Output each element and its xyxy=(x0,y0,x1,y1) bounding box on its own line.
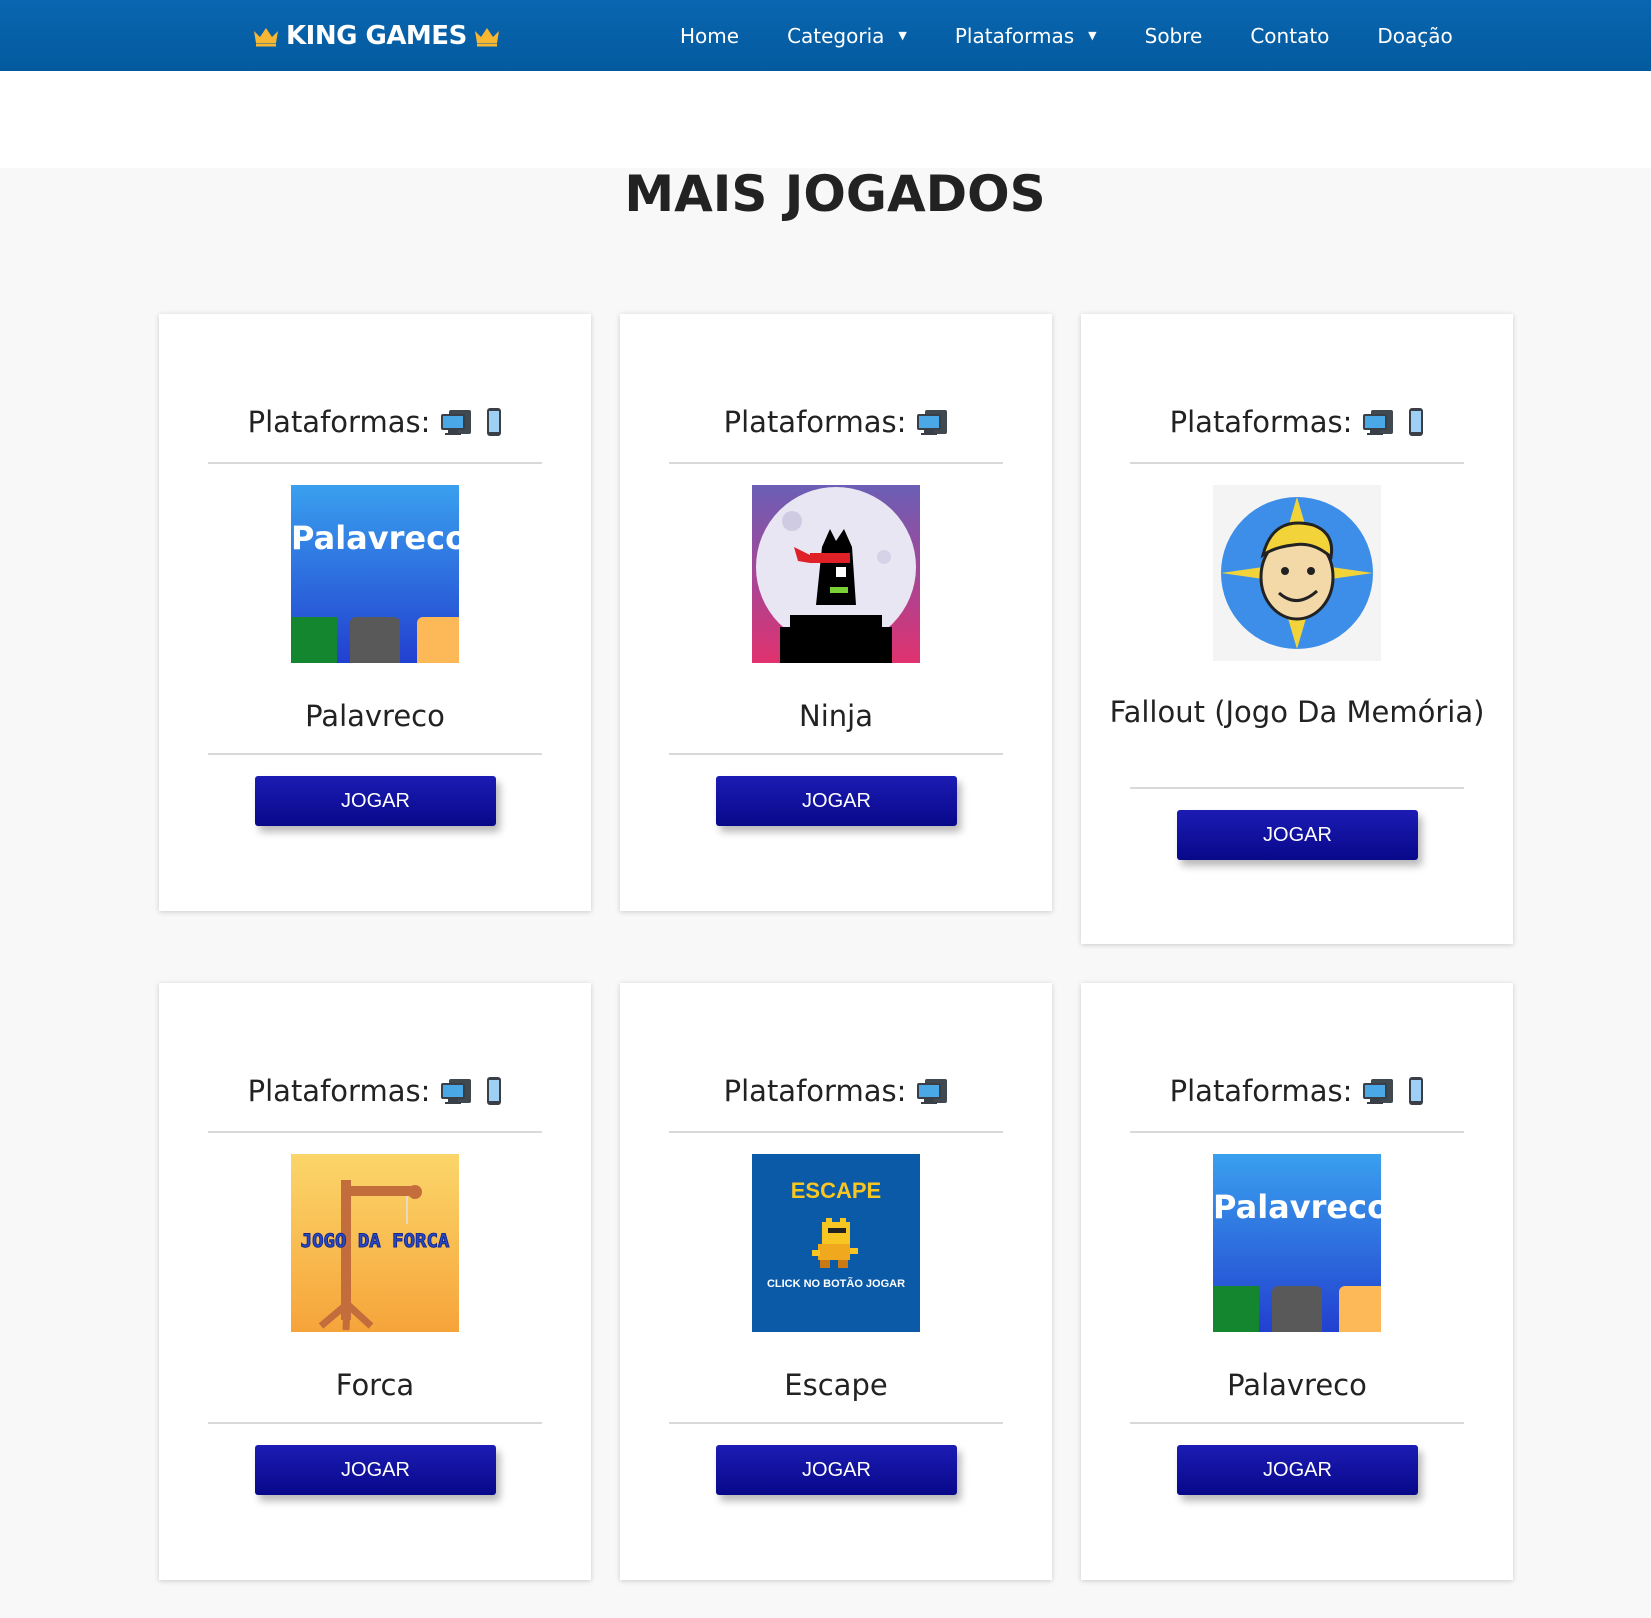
brand-name: KING GAMES xyxy=(286,20,467,51)
play-button[interactable]: JOGAR xyxy=(1177,810,1418,860)
platforms-row: Plataformas: xyxy=(159,1071,591,1111)
vault-boy-artwork xyxy=(1221,497,1373,649)
caret-down-icon: ▼ xyxy=(898,29,907,42)
game-thumbnail[interactable] xyxy=(752,485,920,663)
play-button[interactable]: JOGAR xyxy=(716,776,957,826)
crown-icon xyxy=(254,27,278,46)
game-title: Fallout (Jogo Da Memória) xyxy=(1109,695,1485,729)
game-thumbnail[interactable]: JOGO DA FORCA xyxy=(291,1154,459,1332)
play-button[interactable]: JOGAR xyxy=(255,776,496,826)
game-card: Plataformas: JOGO DA FORCA Forca JOGAR xyxy=(159,983,591,1580)
thumbnail-title: Palavreco xyxy=(291,519,459,557)
caret-down-icon: ▼ xyxy=(1088,29,1097,42)
nav-plataformas[interactable]: Plataformas ▼ xyxy=(955,24,1097,48)
nav-home-label: Home xyxy=(680,23,740,48)
section-title: MAIS JOGADOS xyxy=(624,165,1046,223)
platforms-label: Plataformas: xyxy=(1169,1074,1353,1108)
crown-icon xyxy=(474,27,499,46)
desktop-icon xyxy=(441,410,472,435)
desktop-icon xyxy=(1363,410,1394,435)
desktop-icon xyxy=(441,1079,472,1104)
nav-contato[interactable]: Contato xyxy=(1250,24,1329,48)
desktop-icon xyxy=(917,1079,948,1104)
game-title: Escape xyxy=(784,1368,888,1402)
platforms-row: Plataformas: xyxy=(1081,1071,1513,1111)
platforms-label: Plataformas: xyxy=(723,405,907,439)
header-spacer xyxy=(0,71,1651,168)
nav-categoria[interactable]: Categoria ▼ xyxy=(787,24,907,48)
game-card: Plataformas: Palavreco Palavreco JOGAR xyxy=(159,314,591,911)
divider xyxy=(669,462,1003,464)
mobile-icon xyxy=(1409,408,1424,436)
desktop-icon xyxy=(917,410,948,435)
divider xyxy=(208,753,542,755)
divider xyxy=(208,1422,542,1424)
divider xyxy=(1130,1422,1464,1424)
game-thumbnail[interactable]: Palavreco xyxy=(291,485,459,663)
game-card: Plataformas: Fallout (Jogo Da Memória) J… xyxy=(1081,314,1513,944)
desktop-icon xyxy=(1363,1079,1394,1104)
divider xyxy=(208,1131,542,1133)
game-title: Palavreco xyxy=(1227,1368,1367,1402)
play-button[interactable]: JOGAR xyxy=(1177,1445,1418,1495)
thumbnail-subtitle: CLICK NO BOTÃO JOGAR xyxy=(766,1278,906,1290)
platforms-row: Plataformas: xyxy=(159,402,591,442)
nav-home[interactable]: Home xyxy=(680,24,739,48)
platforms-label: Plataformas: xyxy=(247,1074,431,1108)
navbar: KING GAMES Home Categoria ▼ Plataformas ▼ … xyxy=(0,0,1651,71)
nav-plataformas-label: Plataformas xyxy=(954,23,1075,48)
thumbnail-title: JOGO DA FORCA xyxy=(300,1230,450,1253)
play-button[interactable]: JOGAR xyxy=(716,1445,957,1495)
divider xyxy=(1130,787,1464,789)
platforms-label: Plataformas: xyxy=(723,1074,907,1108)
mobile-icon xyxy=(487,1077,502,1105)
divider xyxy=(669,1422,1003,1424)
divider xyxy=(669,753,1003,755)
mobile-icon xyxy=(487,408,502,436)
game-card: Plataformas: Ninja JOGAR xyxy=(620,314,1052,911)
game-card: Plataformas: ESCAPE CLICK NO BOTÃO JOGAR… xyxy=(620,983,1052,1580)
platforms-row: Plataformas: xyxy=(620,1071,1052,1111)
divider xyxy=(208,462,542,464)
nav-doacao[interactable]: Doação xyxy=(1377,24,1452,48)
nav-contato-label: Contato xyxy=(1250,23,1330,48)
platforms-row: Plataformas: xyxy=(1081,402,1513,442)
platforms-label: Plataformas: xyxy=(1169,405,1353,439)
nav-sobre-label: Sobre xyxy=(1144,23,1203,48)
nav-menu: Home Categoria ▼ Plataformas ▼ Sobre Conta… xyxy=(680,0,1501,71)
game-title: Forca xyxy=(335,1368,415,1402)
ninja-artwork xyxy=(756,487,916,663)
platforms-label: Plataformas: xyxy=(247,405,431,439)
nav-sobre[interactable]: Sobre xyxy=(1145,24,1203,48)
divider xyxy=(1130,462,1464,464)
game-card: Plataformas: Palavreco Palavreco JOGAR xyxy=(1081,983,1513,1580)
game-title: Palavreco xyxy=(305,699,445,733)
mobile-icon xyxy=(1409,1077,1424,1105)
nav-categoria-label: Categoria xyxy=(787,23,885,48)
nav-doacao-label: Doação xyxy=(1377,23,1453,48)
play-button[interactable]: JOGAR xyxy=(255,1445,496,1495)
pixel-character xyxy=(812,1218,858,1268)
game-thumbnail[interactable]: Palavreco xyxy=(1213,1154,1381,1332)
platforms-row: Plataformas: xyxy=(620,402,1052,442)
brand-logo[interactable]: KING GAMES xyxy=(252,0,501,71)
divider xyxy=(1130,1131,1464,1133)
thumbnail-title: Palavreco xyxy=(1213,1188,1381,1226)
divider xyxy=(669,1131,1003,1133)
game-thumbnail[interactable]: ESCAPE CLICK NO BOTÃO JOGAR xyxy=(752,1154,920,1332)
game-thumbnail[interactable] xyxy=(1213,485,1381,661)
game-title: Ninja xyxy=(799,699,873,733)
